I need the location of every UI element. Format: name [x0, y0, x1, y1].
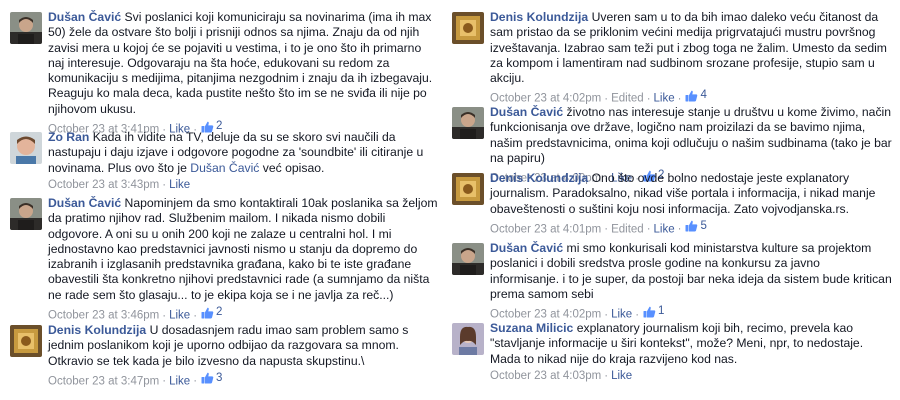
- thumbs-up-icon: [685, 90, 698, 102]
- like-count[interactable]: 1: [642, 304, 664, 319]
- like-count-number: 4: [700, 89, 707, 102]
- comment: Zo Ran Kada ih vidite na TV, deluje da s…: [10, 130, 440, 193]
- separator-dot: ·: [677, 223, 682, 236]
- comment: Dušan Čavić Svi poslanici koji komunicir…: [10, 10, 440, 138]
- separator-dot: ·: [635, 308, 640, 321]
- avatar[interactable]: [10, 325, 42, 357]
- comment-meta: October 23 at 3:43pm · Like: [48, 178, 440, 193]
- comment-author[interactable]: Denis Kolundzija: [490, 10, 588, 24]
- separator-dot: ·: [677, 92, 682, 105]
- separator-dot: ·: [162, 309, 167, 322]
- comment-meta: October 23 at 4:03pm · Like: [490, 369, 892, 384]
- comment-body: Zo Ran Kada ih vidite na TV, deluje da s…: [48, 130, 440, 193]
- comment-author[interactable]: Dušan Čavić: [48, 10, 121, 24]
- comment-body: Dušan Čavić Napominjem da smo kontaktira…: [48, 196, 440, 324]
- comment-content: Suzana Milicic explanatory journalism ko…: [490, 321, 892, 367]
- comment-author[interactable]: Denis Kolundzija: [48, 323, 146, 337]
- comment-timestamp[interactable]: October 23 at 3:43pm: [48, 179, 159, 191]
- comment-content: Denis Kolundzija Uveren sam u to da bih …: [490, 10, 892, 86]
- edited-label[interactable]: Edited: [611, 223, 644, 235]
- thumbs-up-icon: [201, 307, 214, 319]
- like-count-number: 5: [700, 219, 707, 232]
- like-count-number: 3: [216, 371, 223, 384]
- comment-text: Svi poslanici koji komuniciraju sa novin…: [48, 10, 433, 116]
- comment-body: Denis Kolundzija U dosadasnjem radu imao…: [48, 323, 440, 389]
- like-button[interactable]: Like: [611, 309, 632, 321]
- comment-timestamp[interactable]: October 23 at 4:03pm: [490, 370, 601, 382]
- comment-body: Suzana Milicic explanatory journalism ko…: [490, 321, 892, 384]
- comment-text-after: već opisao.: [262, 160, 325, 175]
- thumbs-up-icon: [643, 306, 656, 318]
- comment-content: Dušan Čavić životno nas interesuje stanj…: [490, 105, 892, 166]
- like-count[interactable]: 5: [684, 219, 707, 234]
- separator-dot: ·: [193, 375, 198, 388]
- thumbs-up-icon: [685, 221, 698, 232]
- comment: Dušan Čavić Napominjem da smo kontaktira…: [10, 196, 440, 324]
- separator-dot: ·: [604, 223, 609, 236]
- like-count[interactable]: 4: [684, 88, 707, 103]
- comment-body: Dušan Čavić Svi poslanici koji komunicir…: [48, 10, 440, 138]
- avatar[interactable]: [452, 173, 484, 205]
- comment: Denis Kolundzija Uveren sam u to da bih …: [452, 10, 892, 107]
- separator-dot: ·: [162, 178, 167, 191]
- comment-author[interactable]: Dušan Čavić: [48, 196, 121, 210]
- comment-body: Dušan Čavić mi smo konkurisali kod minis…: [490, 241, 892, 323]
- thumbs-up-icon: [201, 373, 214, 384]
- separator-dot: ·: [646, 92, 651, 105]
- separator-dot: ·: [193, 309, 198, 322]
- avatar[interactable]: [452, 323, 484, 355]
- like-count-number: 1: [658, 305, 665, 318]
- like-button[interactable]: Like: [169, 375, 190, 387]
- comment-meta: October 23 at 3:47pm · Like · 3: [48, 371, 440, 390]
- comment-content: Denis Kolundzija Ono što ovde bolno nedo…: [490, 171, 892, 217]
- separator-dot: ·: [604, 369, 609, 382]
- like-button[interactable]: Like: [611, 370, 632, 382]
- comment: Dušan Čavić mi smo konkurisali kod minis…: [452, 241, 892, 323]
- comment-timestamp[interactable]: October 23 at 4:01pm: [490, 223, 601, 235]
- comment-timestamp[interactable]: October 23 at 4:02pm: [490, 93, 601, 105]
- comment-body: Denis Kolundzija Uveren sam u to da bih …: [490, 10, 892, 107]
- comment-meta: October 23 at 4:02pm · Like · 1: [490, 304, 892, 323]
- comment-meta: October 23 at 4:01pm · Edited · Like · 5: [490, 219, 892, 238]
- like-count[interactable]: 2: [200, 305, 222, 320]
- comment-author[interactable]: Dušan Čavić: [490, 241, 563, 255]
- comment-author[interactable]: Denis Kolundzija: [490, 171, 588, 185]
- like-button[interactable]: Like: [169, 310, 190, 322]
- separator-dot: ·: [162, 375, 167, 388]
- comments-panel: Dušan Čavić Svi poslanici koji komunicir…: [0, 0, 900, 400]
- avatar[interactable]: [452, 243, 484, 275]
- like-count-number: 2: [216, 306, 223, 319]
- comment: Denis Kolundzija Ono što ovde bolno nedo…: [452, 171, 892, 237]
- comment-text: Napominjem da smo kontaktirali 10ak posl…: [48, 196, 438, 302]
- comment-author[interactable]: Suzana Milicic: [490, 321, 573, 335]
- comment-content: Dušan Čavić Napominjem da smo kontaktira…: [48, 196, 440, 303]
- comment-meta: October 23 at 3:46pm · Like · 2: [48, 305, 440, 324]
- like-button[interactable]: Like: [654, 93, 675, 105]
- comment-content: Denis Kolundzija U dosadasnjem radu imao…: [48, 323, 440, 369]
- avatar[interactable]: [10, 132, 42, 164]
- avatar[interactable]: [452, 12, 484, 44]
- avatar[interactable]: [10, 198, 42, 230]
- comment: Denis Kolundzija U dosadasnjem radu imao…: [10, 323, 440, 389]
- like-button[interactable]: Like: [169, 179, 190, 191]
- comment: Suzana Milicic explanatory journalism ko…: [452, 321, 892, 384]
- separator-dot: ·: [646, 223, 651, 236]
- like-button[interactable]: Like: [654, 223, 675, 235]
- comment-content: Dušan Čavić mi smo konkurisali kod minis…: [490, 241, 892, 302]
- mention-link[interactable]: Dušan Čavić: [190, 161, 259, 175]
- comment-content: Zo Ran Kada ih vidite na TV, deluje da s…: [48, 130, 440, 176]
- edited-label[interactable]: Edited: [611, 93, 644, 105]
- comment-content: Dušan Čavić Svi poslanici koji komunicir…: [48, 10, 440, 117]
- comment-timestamp[interactable]: October 23 at 3:46pm: [48, 310, 159, 322]
- like-count[interactable]: 3: [200, 371, 222, 386]
- avatar[interactable]: [452, 107, 484, 139]
- comment-author[interactable]: Zo Ran: [48, 130, 89, 144]
- separator-dot: ·: [604, 92, 609, 105]
- separator-dot: ·: [604, 308, 609, 321]
- comment-author[interactable]: Dušan Čavić: [490, 105, 563, 119]
- comment-body: Denis Kolundzija Ono što ovde bolno nedo…: [490, 171, 892, 237]
- comment-timestamp[interactable]: October 23 at 4:02pm: [490, 309, 601, 321]
- comment-timestamp[interactable]: October 23 at 3:47pm: [48, 375, 159, 387]
- avatar[interactable]: [10, 12, 42, 44]
